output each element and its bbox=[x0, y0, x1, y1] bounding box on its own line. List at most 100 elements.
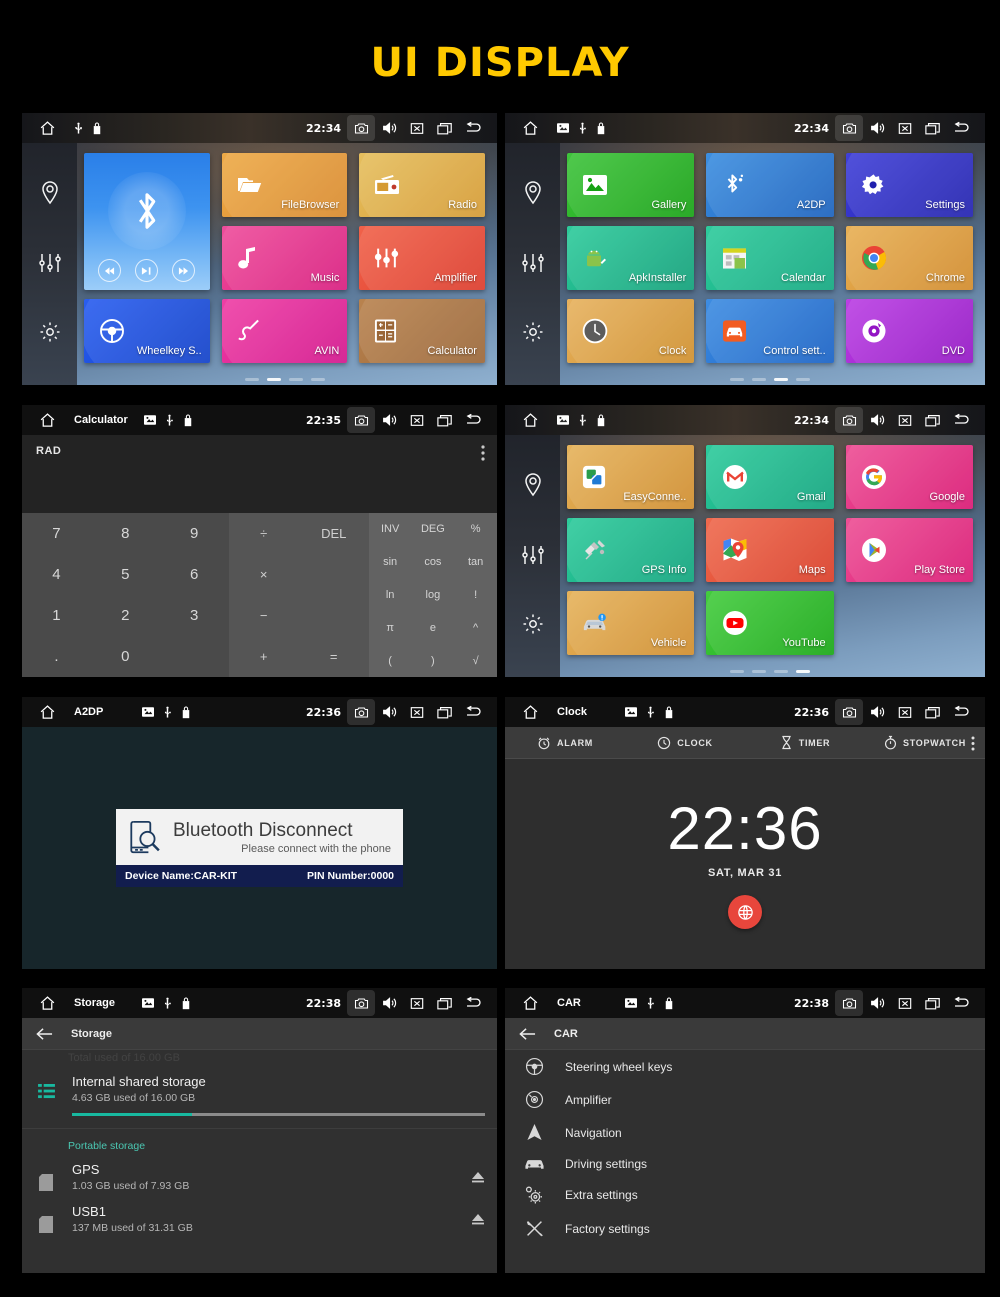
key-4[interactable]: 4 bbox=[22, 554, 91, 595]
page-dot[interactable] bbox=[796, 378, 810, 381]
back-icon[interactable] bbox=[947, 699, 975, 725]
recents-icon[interactable] bbox=[919, 115, 947, 141]
kebab-menu-icon[interactable] bbox=[971, 736, 975, 751]
home-icon[interactable] bbox=[36, 118, 58, 138]
page-dot[interactable] bbox=[752, 378, 766, 381]
app-tile-a2dp[interactable]: A2DP bbox=[706, 153, 834, 217]
recents-icon[interactable] bbox=[919, 699, 947, 725]
home-icon[interactable] bbox=[519, 993, 541, 1013]
key-inv[interactable]: INV bbox=[369, 513, 412, 546]
key-cos[interactable]: cos bbox=[412, 546, 455, 579]
back-icon[interactable] bbox=[459, 699, 487, 725]
back-icon[interactable] bbox=[459, 407, 487, 433]
car-item-amplifier[interactable]: Amplifier bbox=[505, 1083, 985, 1116]
key-multiply[interactable]: × bbox=[229, 554, 299, 595]
app-tile-chrome[interactable]: Chrome bbox=[845, 226, 973, 290]
app-tile-clock[interactable]: Clock bbox=[567, 299, 695, 363]
volume-icon[interactable] bbox=[863, 990, 891, 1016]
app-tile-radio[interactable]: Radio bbox=[359, 153, 485, 217]
world-clock-icon[interactable] bbox=[728, 895, 762, 929]
key-pi[interactable]: π bbox=[369, 611, 412, 644]
app-tile-wheelkey[interactable]: Wheelkey S.. bbox=[84, 299, 210, 363]
key-divide[interactable]: ÷ bbox=[229, 513, 299, 554]
page-dot-active[interactable] bbox=[774, 378, 788, 381]
storage-internal-row[interactable]: Internal shared storage 4.63 GB used of … bbox=[22, 1064, 497, 1120]
key-tan[interactable]: tan bbox=[454, 546, 497, 579]
tab-alarm[interactable]: ALARM bbox=[505, 736, 625, 750]
navigation-pin-icon[interactable] bbox=[522, 180, 544, 206]
back-icon[interactable] bbox=[947, 990, 975, 1016]
key-7[interactable]: 7 bbox=[22, 513, 91, 554]
key-power[interactable]: ^ bbox=[454, 611, 497, 644]
eject-icon[interactable] bbox=[471, 1213, 485, 1225]
settings-gear-icon[interactable] bbox=[521, 612, 545, 636]
settings-gear-icon[interactable] bbox=[38, 320, 62, 344]
storage-portable-row[interactable]: GPS 1.03 GB used of 7.93 GB bbox=[22, 1156, 497, 1198]
app-tile-vehicle[interactable]: Vehicle bbox=[567, 591, 695, 655]
car-item-driving-settings[interactable]: Driving settings bbox=[505, 1149, 985, 1178]
app-tile-control-settings[interactable]: Control sett.. bbox=[706, 299, 834, 363]
volume-icon[interactable] bbox=[375, 115, 403, 141]
equalizer-icon[interactable] bbox=[38, 251, 62, 275]
close-icon[interactable] bbox=[891, 115, 919, 141]
key-decimal[interactable]: . bbox=[22, 636, 91, 677]
equalizer-icon[interactable] bbox=[521, 543, 545, 567]
app-tile-google[interactable]: Google bbox=[845, 445, 973, 509]
key-5[interactable]: 5 bbox=[91, 554, 160, 595]
tab-clock[interactable]: CLOCK bbox=[625, 736, 745, 750]
back-arrow-icon[interactable] bbox=[36, 1027, 53, 1041]
close-icon[interactable] bbox=[403, 115, 431, 141]
page-dot[interactable] bbox=[774, 670, 788, 673]
back-icon[interactable] bbox=[947, 115, 975, 141]
home-icon[interactable] bbox=[519, 410, 541, 430]
camera-icon[interactable] bbox=[347, 990, 375, 1016]
tab-timer[interactable]: TIMER bbox=[745, 735, 865, 750]
app-tile-youtube[interactable]: YouTube bbox=[706, 591, 834, 655]
key-ln[interactable]: ln bbox=[369, 579, 412, 612]
volume-icon[interactable] bbox=[375, 990, 403, 1016]
tab-stopwatch[interactable]: STOPWATCH bbox=[865, 735, 985, 750]
volume-icon[interactable] bbox=[863, 115, 891, 141]
app-tile-play-store[interactable]: Play Store bbox=[845, 518, 973, 582]
car-item-steering-wheel-keys[interactable]: Steering wheel keys bbox=[505, 1050, 985, 1083]
camera-icon[interactable] bbox=[835, 407, 863, 433]
key-8[interactable]: 8 bbox=[91, 513, 160, 554]
app-tile-maps[interactable]: Maps bbox=[706, 518, 834, 582]
page-dot[interactable] bbox=[244, 378, 259, 381]
key-percent[interactable]: % bbox=[454, 513, 497, 546]
volume-icon[interactable] bbox=[863, 407, 891, 433]
back-arrow-icon[interactable] bbox=[519, 1027, 536, 1041]
back-icon[interactable] bbox=[947, 407, 975, 433]
app-tile-calculator[interactable]: Calculator bbox=[359, 299, 485, 363]
home-icon[interactable] bbox=[36, 410, 58, 430]
page-dot[interactable] bbox=[730, 670, 744, 673]
volume-icon[interactable] bbox=[863, 699, 891, 725]
camera-icon[interactable] bbox=[347, 115, 375, 141]
key-deg[interactable]: DEG bbox=[412, 513, 455, 546]
app-tile-gallery[interactable]: Gallery bbox=[567, 153, 695, 217]
key-2[interactable]: 2 bbox=[91, 595, 160, 636]
camera-icon[interactable] bbox=[347, 699, 375, 725]
key-9[interactable]: 9 bbox=[160, 513, 229, 554]
key-sqrt[interactable]: √ bbox=[454, 644, 497, 677]
app-tile-gmail[interactable]: Gmail bbox=[706, 445, 834, 509]
recents-icon[interactable] bbox=[431, 407, 459, 433]
bluetooth-widget[interactable] bbox=[84, 153, 210, 290]
key-6[interactable]: 6 bbox=[160, 554, 229, 595]
page-dot[interactable] bbox=[752, 670, 766, 673]
camera-icon[interactable] bbox=[835, 699, 863, 725]
key-paren-open[interactable]: ( bbox=[369, 644, 412, 677]
key-delete[interactable]: DEL bbox=[299, 513, 369, 554]
close-icon[interactable] bbox=[403, 990, 431, 1016]
equalizer-icon[interactable] bbox=[521, 251, 545, 275]
app-tile-calendar[interactable]: Calendar bbox=[706, 226, 834, 290]
app-tile-music[interactable]: Music bbox=[221, 226, 348, 290]
prev-track-button[interactable] bbox=[98, 259, 122, 282]
key-factorial[interactable]: ! bbox=[454, 579, 497, 612]
back-icon[interactable] bbox=[459, 990, 487, 1016]
page-dot-active[interactable] bbox=[266, 378, 281, 381]
home-icon[interactable] bbox=[36, 993, 58, 1013]
home-icon[interactable] bbox=[519, 702, 541, 722]
next-track-button[interactable] bbox=[172, 259, 196, 282]
navigation-pin-icon[interactable] bbox=[39, 180, 61, 206]
